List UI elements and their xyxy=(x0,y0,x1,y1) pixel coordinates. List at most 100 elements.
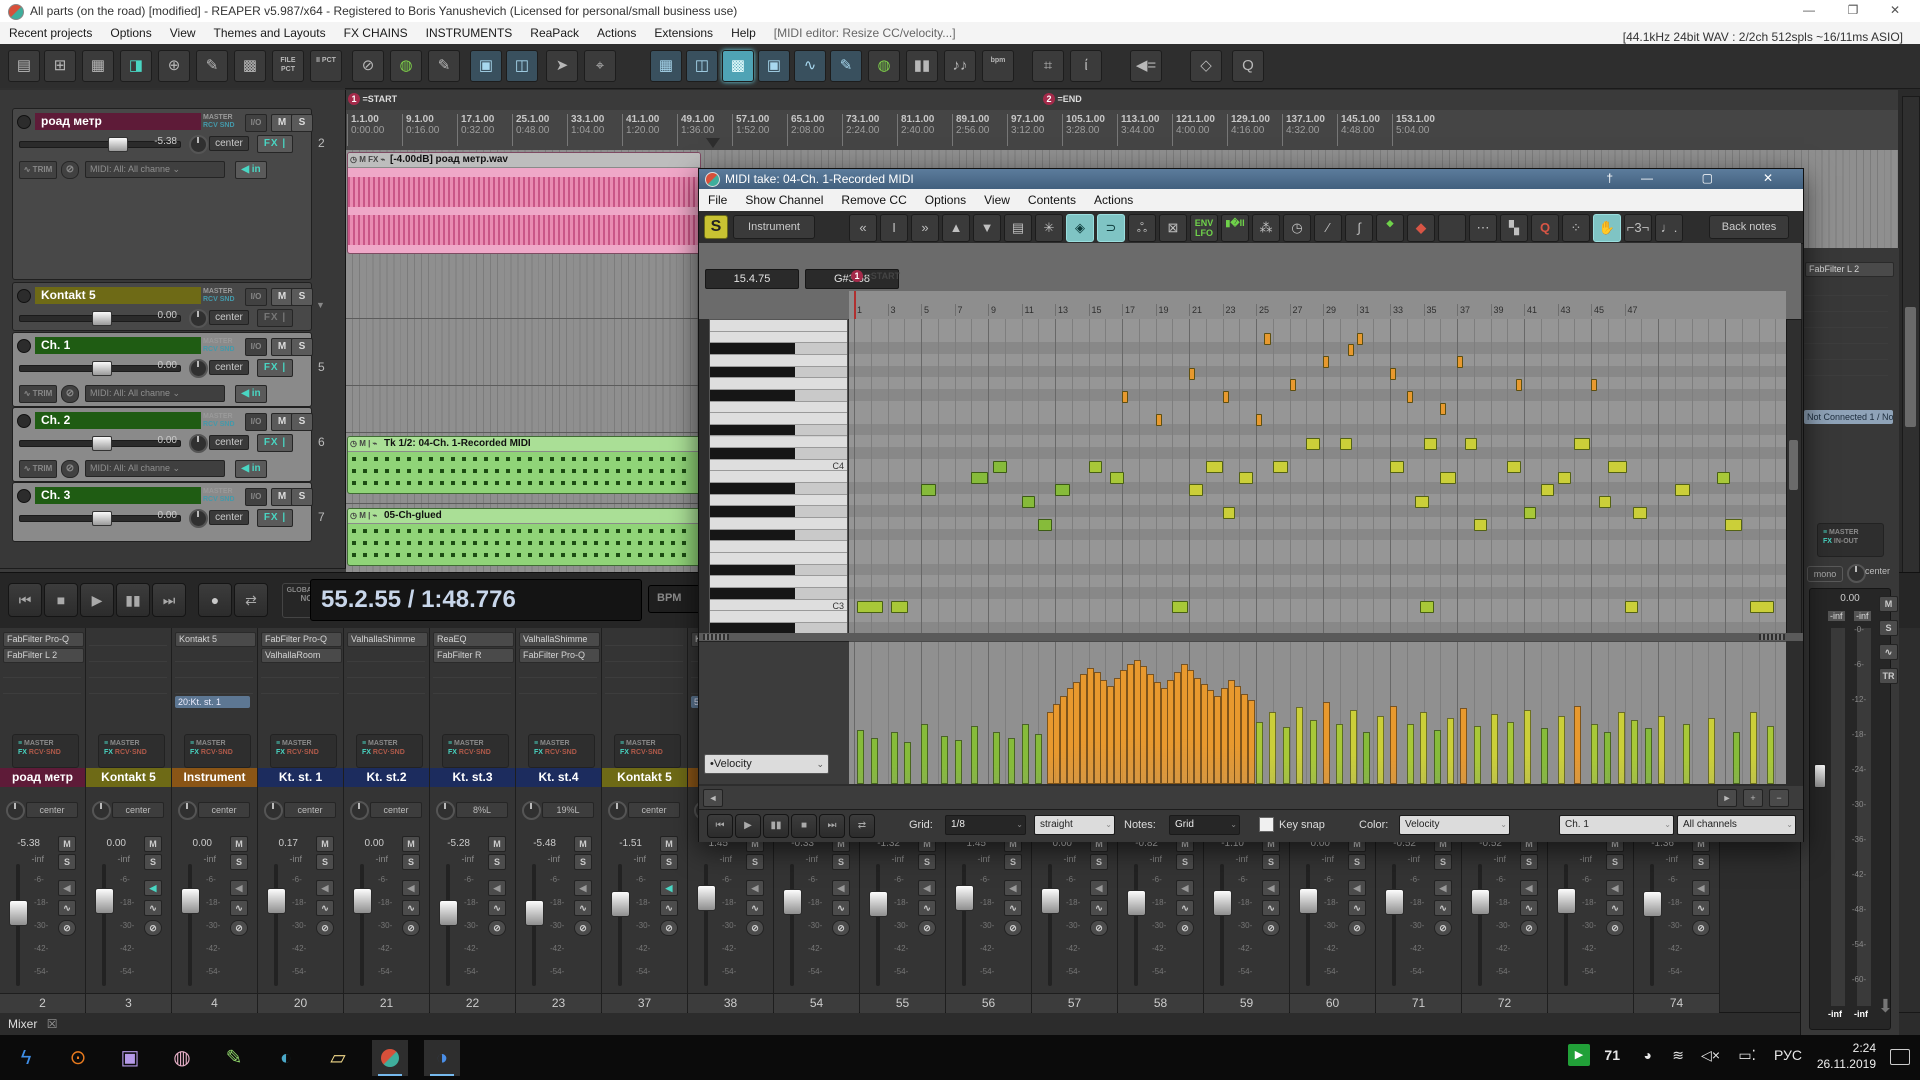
mute-button[interactable]: M xyxy=(230,836,248,852)
midi-note[interactable] xyxy=(1306,438,1320,450)
midi-play-button[interactable]: ▶ xyxy=(735,814,761,838)
file-pct-icon[interactable]: FILE PCT xyxy=(272,50,304,82)
close-button[interactable]: ✕ xyxy=(1880,3,1910,17)
piano-key[interactable] xyxy=(710,448,847,460)
record-arm-button[interactable] xyxy=(17,115,31,129)
menu-item-4[interactable]: FX CHAINS xyxy=(335,22,417,44)
tray-update-icon[interactable]: ◕ xyxy=(1644,1047,1652,1063)
midi-input-select[interactable]: MIDI: All: All channe ⌄ xyxy=(85,385,225,402)
channels-filter-select[interactable]: All channels⌄ xyxy=(1677,815,1796,835)
humanize-icon[interactable]: ⁘ xyxy=(1562,214,1590,242)
solo-button[interactable]: S xyxy=(660,854,678,870)
velocity-lane[interactable] xyxy=(849,641,1786,784)
arrange-vscrollbar-thumb[interactable] xyxy=(1905,307,1916,427)
io-button[interactable]: I/O xyxy=(245,413,267,431)
position-field[interactable]: 15.4.75 xyxy=(705,269,799,289)
solo-button[interactable]: S xyxy=(402,854,420,870)
track-panel-5[interactable]: Ch. 3MASTERRCV SNDI/OMS0.00centerFX | xyxy=(12,482,312,542)
divider-grip[interactable] xyxy=(703,634,729,640)
volume-fader[interactable] xyxy=(618,864,622,986)
mute-button[interactable]: M xyxy=(574,836,592,852)
velocity-bar[interactable] xyxy=(1618,712,1625,784)
midi-maximize-button[interactable]: ▢ xyxy=(1702,171,1713,185)
volume-fader-handle[interactable] xyxy=(783,889,802,915)
pencil-icon[interactable]: ✎ xyxy=(196,50,228,82)
clock-icon[interactable]: ◷ xyxy=(1283,214,1311,242)
wifi-icon[interactable]: ≋ xyxy=(1672,1047,1684,1064)
volume-fader[interactable] xyxy=(1306,864,1310,986)
fx-slot-empty[interactable] xyxy=(89,648,167,662)
midi-note[interactable] xyxy=(1608,461,1627,473)
volume-fader-handle[interactable] xyxy=(869,891,888,917)
piano-key[interactable] xyxy=(710,437,847,449)
midi-menu-options[interactable]: Options xyxy=(916,189,975,211)
midi-note[interactable] xyxy=(1717,472,1731,484)
solo-button[interactable]: S xyxy=(1692,854,1710,870)
routing-badge[interactable]: ≡ MASTERFX RCV·SND xyxy=(356,734,423,768)
route-a-icon[interactable]: ஃ xyxy=(1128,214,1156,242)
group-metronome-icon[interactable]: ◍ xyxy=(868,50,900,82)
midi-note[interactable] xyxy=(1675,484,1690,496)
menu-item-1[interactable]: Options xyxy=(101,22,160,44)
midi-note[interactable] xyxy=(1323,356,1329,368)
pan-knob[interactable] xyxy=(189,359,208,378)
track-panel-1[interactable]: роад метрMASTERRCV SNDI/OMS-5.38centerFX… xyxy=(12,108,312,280)
piano-key[interactable] xyxy=(710,541,847,553)
volume-fader[interactable] xyxy=(704,864,708,986)
midi-menu-show-channel[interactable]: Show Channel xyxy=(736,189,832,211)
mute-button[interactable]: M xyxy=(271,114,293,132)
monitor-icon[interactable]: ▣ xyxy=(758,50,790,82)
mute-button[interactable]: M xyxy=(271,338,293,356)
pan-value[interactable]: center xyxy=(26,802,78,818)
velocity-bar[interactable] xyxy=(1363,732,1370,784)
item-properties-icon[interactable]: ◨ xyxy=(120,50,152,82)
wave-magnet-icon[interactable]: ∿ xyxy=(794,50,826,82)
midi-menu-file[interactable]: File xyxy=(699,189,736,211)
midi-note[interactable] xyxy=(1172,601,1187,613)
record-arm-button[interactable] xyxy=(17,489,31,503)
menu-item-10[interactable]: [MIDI editor: Resize CC/velocity...] xyxy=(765,22,965,44)
volume-fader-handle[interactable] xyxy=(439,900,458,926)
fx-slot[interactable]: FabFilter L 2 xyxy=(3,648,84,663)
midi-note[interactable] xyxy=(921,484,936,496)
solo-button[interactable]: S xyxy=(832,854,850,870)
volume-fader-handle[interactable] xyxy=(1643,891,1662,917)
pan-knob[interactable] xyxy=(6,801,25,820)
solo-button[interactable]: S xyxy=(746,854,764,870)
strip-name[interactable]: Kontakt 5 xyxy=(602,768,687,787)
midi-note[interactable] xyxy=(1340,438,1352,450)
volume-fader-handle[interactable] xyxy=(95,888,114,914)
pause-pct-icon[interactable]: II PCT xyxy=(310,50,342,82)
volume-fader-handle[interactable] xyxy=(92,361,112,376)
display-app-button[interactable]: ▣ xyxy=(112,1040,148,1076)
fx-slot-empty[interactable] xyxy=(605,680,683,694)
volume-fader-handle[interactable] xyxy=(1213,890,1232,916)
notepad-app-button[interactable]: ✎ xyxy=(216,1040,252,1076)
strip-name[interactable]: Kt. st.2 xyxy=(344,768,429,787)
fx-slot-empty[interactable] xyxy=(175,648,253,662)
menu-item-2[interactable]: View xyxy=(161,22,205,44)
track-name[interactable]: Ch. 3 xyxy=(35,487,201,504)
walker-icon[interactable]: ί xyxy=(1070,50,1102,82)
fx-slot-empty[interactable] xyxy=(89,664,167,678)
volume-fader-handle[interactable] xyxy=(1041,888,1060,914)
monitor-input-button[interactable]: ◀ in xyxy=(235,385,267,403)
volume-fader[interactable] xyxy=(532,864,536,986)
explorer-button[interactable]: ▱ xyxy=(320,1040,356,1076)
velocity-bar[interactable] xyxy=(1474,726,1481,784)
fx-slot[interactable]: FabFilter Pro-Q xyxy=(519,648,600,663)
menu-item-8[interactable]: Extensions xyxy=(645,22,722,44)
sync-button[interactable]: S xyxy=(704,215,728,239)
velocity-bar[interactable] xyxy=(1507,722,1514,784)
piano-key[interactable] xyxy=(710,483,847,495)
solo-button[interactable]: S xyxy=(316,854,334,870)
fx-button[interactable]: FX | xyxy=(257,434,293,452)
midi-note[interactable] xyxy=(1273,461,1288,473)
piano-key[interactable]: C4 xyxy=(710,460,847,472)
velocity-bar[interactable] xyxy=(1434,730,1441,784)
midi-note[interactable] xyxy=(1122,391,1128,403)
fx-slot-empty[interactable] xyxy=(175,680,253,694)
mixer-strip-23[interactable]: ValhallaShimmeFabFilter Pro-Q≡ MASTERFX … xyxy=(516,628,602,1012)
solo-q-icon[interactable]: Q xyxy=(1232,50,1264,82)
notes-icon[interactable]: ♪♪ xyxy=(944,50,976,82)
